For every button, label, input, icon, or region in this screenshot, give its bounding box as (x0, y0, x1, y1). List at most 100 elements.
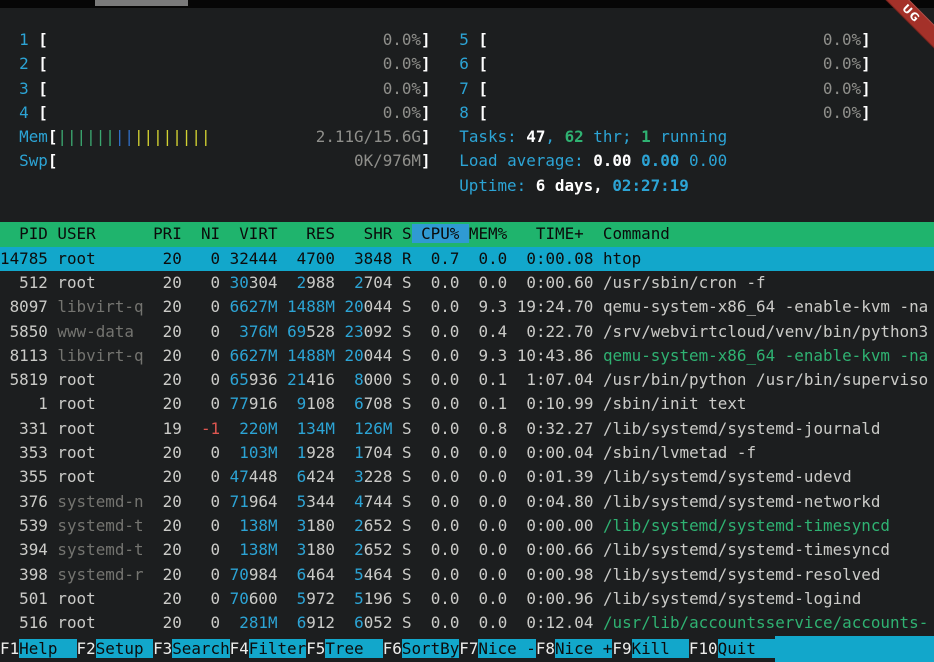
cpu-meter-value-1: 0.0% (48, 30, 421, 49)
table-header-row[interactable]: PID USER PRI NI VIRT RES SHR S CPU% MEM%… (0, 222, 934, 246)
process-shr: 1 (354, 443, 364, 462)
meter-bracket: ] (421, 54, 431, 73)
process-mem: 0.0 (469, 516, 507, 535)
process-command: /srv/webvirtcloud/venv/bin/python3 (603, 322, 928, 341)
process-row[interactable]: 501 root 20 0 70600 5972 5196 S 0.0 0.0 … (0, 587, 934, 611)
tasks-stat: running (651, 127, 728, 146)
process-state: S (402, 322, 412, 341)
process-pri: 20 (153, 297, 182, 316)
process-cpu: 0.0 (421, 394, 459, 413)
process-shr: 2 (354, 273, 364, 292)
column-header-time[interactable]: TIME+ (517, 224, 594, 243)
process-row[interactable]: 355 root 20 0 47448 6424 3228 S 0.0 0.0 … (0, 465, 934, 489)
process-pid: 14785 (0, 249, 48, 268)
process-user: root (57, 394, 143, 413)
process-cpu: 0.0 (421, 419, 459, 438)
column-header-user[interactable]: USER (57, 224, 143, 243)
process-res: 5 (297, 492, 307, 511)
process-row[interactable]: 516 root 20 0 281M 6912 6052 S 0.0 0.0 0… (0, 611, 934, 635)
process-row[interactable]: 331 root 19 -1 220M 134M 126M S 0.0 0.8 … (0, 417, 934, 441)
column-header-shr[interactable]: SHR (345, 224, 393, 243)
column-header-state[interactable]: S (402, 224, 412, 243)
column-header-virt[interactable]: VIRT (230, 224, 278, 243)
column-header-mem[interactable]: MEM% (469, 224, 507, 243)
process-time: 19:24.70 (517, 297, 594, 316)
process-row[interactable]: 5819 root 20 0 65936 21416 8000 S 0.0 0.… (0, 368, 934, 392)
cpu-meter-label-1: 1 (0, 30, 38, 49)
cpu-meter-label-4: 4 (0, 103, 38, 122)
process-command: /lib/systemd/systemd-timesyncd (603, 516, 890, 535)
process-state: S (402, 394, 412, 413)
process-row[interactable]: 376 systemd-n 20 0 71964 5344 4744 S 0.0… (0, 490, 934, 514)
process-row[interactable]: 539 systemd-t 20 0 138M 3180 2652 S 0.0 … (0, 514, 934, 538)
process-user: libvirt-q (57, 346, 143, 365)
load-average-stat: 0.00 (593, 151, 631, 170)
process-virt: 103M (239, 443, 277, 462)
process-time: 10:43.86 (517, 346, 594, 365)
process-row[interactable]: 8113 libvirt-q 20 0 6627M 1488M 20044 S … (0, 344, 934, 368)
meter-bracket: ] (421, 79, 431, 98)
process-row[interactable]: 398 systemd-r 20 0 70984 6464 5464 S 0.0… (0, 563, 934, 587)
fkey-f6[interactable]: F6SortBy (383, 636, 460, 662)
process-ni: -1 (191, 419, 220, 438)
process-pri: 20 (153, 370, 182, 389)
process-pri: 20 (153, 443, 182, 462)
process-row[interactable]: 512 root 20 0 30304 2988 2704 S 0.0 0.0 … (0, 271, 934, 295)
process-state: S (402, 419, 412, 438)
process-row[interactable]: 1 root 20 0 77916 9108 6708 S 0.0 0.1 0:… (0, 392, 934, 416)
process-shr: 2 (354, 516, 364, 535)
meter-bracket: [ (38, 79, 48, 98)
fkey-label-f3: Search (172, 639, 229, 658)
column-header-cpu-sort[interactable]: CPU% (412, 224, 469, 243)
process-shr: 6 (354, 394, 364, 413)
column-header-pri[interactable]: PRI (153, 224, 182, 243)
fkey-f9[interactable]: F9Kill (612, 636, 689, 662)
process-res: 4700 (297, 249, 335, 268)
process-command: /usr/bin/python /usr/bin/superviso (603, 370, 928, 389)
fkey-f7[interactable]: F7Nice - (459, 636, 536, 662)
fkey-f10[interactable]: F10Quit (689, 636, 775, 662)
process-pri: 20 (153, 589, 182, 608)
process-pid: 394 (0, 540, 48, 559)
fkey-f3[interactable]: F3Search (153, 636, 230, 662)
process-row[interactable]: 353 root 20 0 103M 1928 1704 S 0.0 0.0 0… (0, 441, 934, 465)
column-header-command[interactable]: Command (603, 224, 928, 243)
process-virt: 71 (230, 492, 249, 511)
process-time: 0:00.04 (517, 443, 594, 462)
fkey-f5[interactable]: F5Tree (306, 636, 383, 662)
fkey-f8[interactable]: F8Nice + (536, 636, 613, 662)
process-shr: 20 (345, 346, 364, 365)
process-cpu: 0.0 (421, 322, 459, 341)
mem-buffers-bars: || (115, 127, 134, 146)
fkey-f2[interactable]: F2Setup (77, 636, 154, 662)
process-shr: 6 (354, 613, 364, 632)
column-header-ni[interactable]: NI (191, 224, 220, 243)
process-time: 0:00.08 (517, 249, 594, 268)
fkey-f4[interactable]: F4Filter (230, 636, 307, 662)
column-header-res[interactable]: RES (287, 224, 335, 243)
process-row[interactable]: 14785 root 20 0 32444 4700 3848 R 0.7 0.… (0, 247, 934, 271)
process-row[interactable]: 8097 libvirt-q 20 0 6627M 1488M 20044 S … (0, 295, 934, 319)
process-time: 0:00.00 (517, 516, 594, 535)
fkey-key-f2: F2 (77, 639, 96, 658)
fkey-key-f7: F7 (459, 639, 478, 658)
process-cpu: 0.0 (421, 370, 459, 389)
tasks-stat: Tasks: (459, 127, 526, 146)
fkey-f1[interactable]: F1Help (0, 636, 77, 662)
process-shr: 4 (354, 492, 364, 511)
process-row[interactable]: 394 systemd-t 20 0 138M 3180 2652 S 0.0 … (0, 538, 934, 562)
tasks-stat: , (545, 127, 564, 146)
process-row[interactable]: 5850 www-data 20 0 376M 69528 23092 S 0.… (0, 320, 934, 344)
cpu-meter-label-8: 8 (459, 103, 478, 122)
process-ni: 0 (191, 370, 220, 389)
process-user: systemd-n (57, 492, 143, 511)
process-user: root (57, 613, 143, 632)
column-header-pid[interactable]: PID (0, 224, 48, 243)
process-state: S (402, 370, 412, 389)
process-res: 1488M (287, 346, 335, 365)
process-mem: 0.0 (469, 249, 507, 268)
fkey-label-f4: Filter (249, 639, 306, 658)
process-state: S (402, 467, 412, 486)
mem-meter-label: Mem (19, 127, 48, 146)
process-pri: 19 (153, 419, 182, 438)
